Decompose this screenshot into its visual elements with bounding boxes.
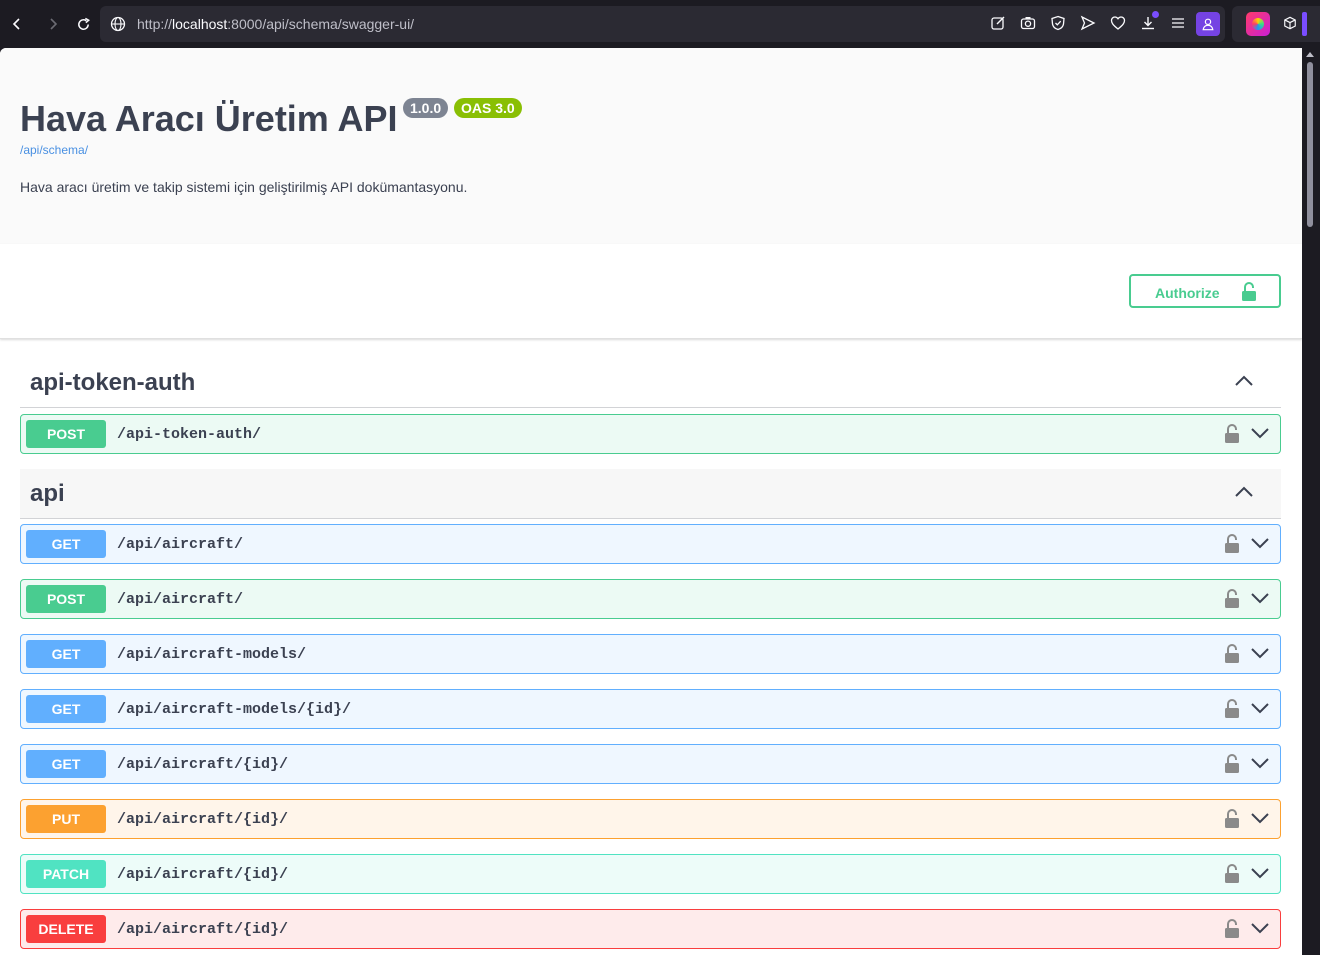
forward-button[interactable]: [41, 12, 65, 36]
authorize-label: Authorize: [1155, 285, 1220, 301]
scheme-container: Authorize: [0, 244, 1302, 339]
operation-get-aircraft-models[interactable]: GET /api/aircraft-models/: [20, 634, 1281, 674]
tag-title: api-token-auth: [30, 369, 196, 396]
operation-path: /api/aircraft/: [117, 591, 244, 608]
chevron-down-icon[interactable]: [1250, 865, 1270, 881]
tag-title: api: [30, 480, 65, 507]
tag-api-token-auth[interactable]: api-token-auth: [20, 358, 1281, 408]
operation-path: /api/aircraft/{id}/: [117, 811, 289, 828]
operation-path: /api/aircraft/{id}/: [117, 866, 289, 883]
forward-arrow-icon: [50, 18, 58, 30]
chevron-down-icon[interactable]: [1250, 920, 1270, 936]
method-badge: PATCH: [26, 860, 106, 888]
method-badge: POST: [26, 420, 106, 448]
version-badge: 1.0.0: [403, 98, 449, 118]
unlock-icon: [1242, 282, 1256, 301]
camera-icon[interactable]: [1019, 14, 1037, 32]
authorize-button[interactable]: Authorize: [1129, 274, 1281, 308]
edit-icon[interactable]: [989, 14, 1007, 32]
scroll-up-icon[interactable]: [1306, 52, 1314, 57]
page-scrollbar[interactable]: [1302, 48, 1320, 955]
method-badge: GET: [26, 640, 106, 668]
method-badge: DELETE: [26, 915, 106, 943]
oas-badge: OAS 3.0: [454, 98, 522, 118]
download-dot-icon: [1152, 11, 1159, 18]
method-badge: POST: [26, 585, 106, 613]
unlock-icon[interactable]: [1224, 423, 1240, 445]
color-extension-icon[interactable]: [1246, 12, 1270, 36]
globe-icon: [110, 16, 126, 32]
method-badge: PUT: [26, 805, 106, 833]
chevron-up-icon[interactable]: [1234, 484, 1254, 500]
unlock-icon[interactable]: [1224, 533, 1240, 555]
url-text: http://localhost:8000/api/schema/swagger…: [137, 16, 414, 32]
menu-icon[interactable]: [1169, 14, 1187, 32]
operation-path: /api/aircraft-models/: [117, 646, 307, 663]
unlock-icon[interactable]: [1224, 588, 1240, 610]
back-arrow-icon: [12, 18, 20, 30]
operation-get-aircraft[interactable]: GET /api/aircraft/: [20, 524, 1281, 564]
user-icon: [1202, 18, 1214, 31]
chevron-down-icon[interactable]: [1250, 645, 1270, 661]
reload-icon: [77, 17, 90, 30]
extensions-area: [1232, 6, 1320, 42]
schema-link[interactable]: /api/schema/: [20, 143, 88, 157]
method-badge: GET: [26, 695, 106, 723]
url-host: localhost: [172, 16, 228, 32]
url-path: :8000/api/schema/swagger-ui/: [227, 16, 415, 32]
method-badge: GET: [26, 750, 106, 778]
swagger-page: Hava Aracı Üretim API 1.0.0 OAS 3.0 /api…: [0, 48, 1302, 955]
unlock-icon[interactable]: [1224, 753, 1240, 775]
operation-put-aircraft-by-id[interactable]: PUT /api/aircraft/{id}/: [20, 799, 1281, 839]
reload-button[interactable]: [71, 12, 95, 36]
url-prefix: http://: [137, 16, 173, 32]
unlock-icon[interactable]: [1224, 863, 1240, 885]
unlock-icon[interactable]: [1224, 698, 1240, 720]
method-badge: GET: [26, 530, 106, 558]
scroll-thumb[interactable]: [1307, 62, 1313, 227]
chevron-down-icon[interactable]: [1250, 810, 1270, 826]
back-button[interactable]: [5, 12, 29, 36]
account-button[interactable]: [1196, 12, 1220, 36]
operation-get-aircraft-model-by-id[interactable]: GET /api/aircraft-models/{id}/: [20, 689, 1281, 729]
operation-path: /api-token-auth/: [117, 426, 262, 443]
operation-path: /api/aircraft/: [117, 536, 244, 553]
operation-get-aircraft-by-id[interactable]: GET /api/aircraft/{id}/: [20, 744, 1281, 784]
chevron-down-icon[interactable]: [1250, 700, 1270, 716]
send-icon[interactable]: [1079, 14, 1097, 32]
chevron-down-icon[interactable]: [1250, 425, 1270, 441]
unlock-icon[interactable]: [1224, 643, 1240, 665]
tag-api[interactable]: api: [20, 469, 1281, 519]
chevron-down-icon[interactable]: [1250, 535, 1270, 551]
chevron-down-icon[interactable]: [1250, 755, 1270, 771]
operation-path: /api/aircraft/{id}/: [117, 921, 289, 938]
operation-post-aircraft[interactable]: POST /api/aircraft/: [20, 579, 1281, 619]
cube-icon[interactable]: [1281, 14, 1299, 32]
operation-delete-aircraft-by-id[interactable]: DELETE /api/aircraft/{id}/: [20, 909, 1281, 949]
operation-path: /api/aircraft/{id}/: [117, 756, 289, 773]
info-section: Hava Aracı Üretim API 1.0.0 OAS 3.0 /api…: [0, 48, 1302, 244]
operation-post-api-token-auth[interactable]: POST /api-token-auth/: [20, 414, 1281, 454]
chevron-down-icon[interactable]: [1250, 590, 1270, 606]
operation-path: /api/aircraft-models/{id}/: [117, 701, 352, 718]
shield-icon[interactable]: [1049, 14, 1067, 32]
chevron-up-icon[interactable]: [1234, 373, 1254, 389]
download-icon[interactable]: [1139, 11, 1159, 32]
unlock-icon[interactable]: [1224, 808, 1240, 830]
unlock-icon[interactable]: [1224, 918, 1240, 940]
operation-patch-aircraft-by-id[interactable]: PATCH /api/aircraft/{id}/: [20, 854, 1281, 894]
api-title: Hava Aracı Üretim API: [20, 98, 398, 139]
sidebar-indicator: [1302, 12, 1307, 36]
browser-toolbar: http://localhost:8000/api/schema/swagger…: [0, 0, 1320, 48]
heart-icon[interactable]: [1109, 14, 1127, 32]
api-description: Hava aracı üretim ve takip sistemi için …: [20, 179, 468, 195]
